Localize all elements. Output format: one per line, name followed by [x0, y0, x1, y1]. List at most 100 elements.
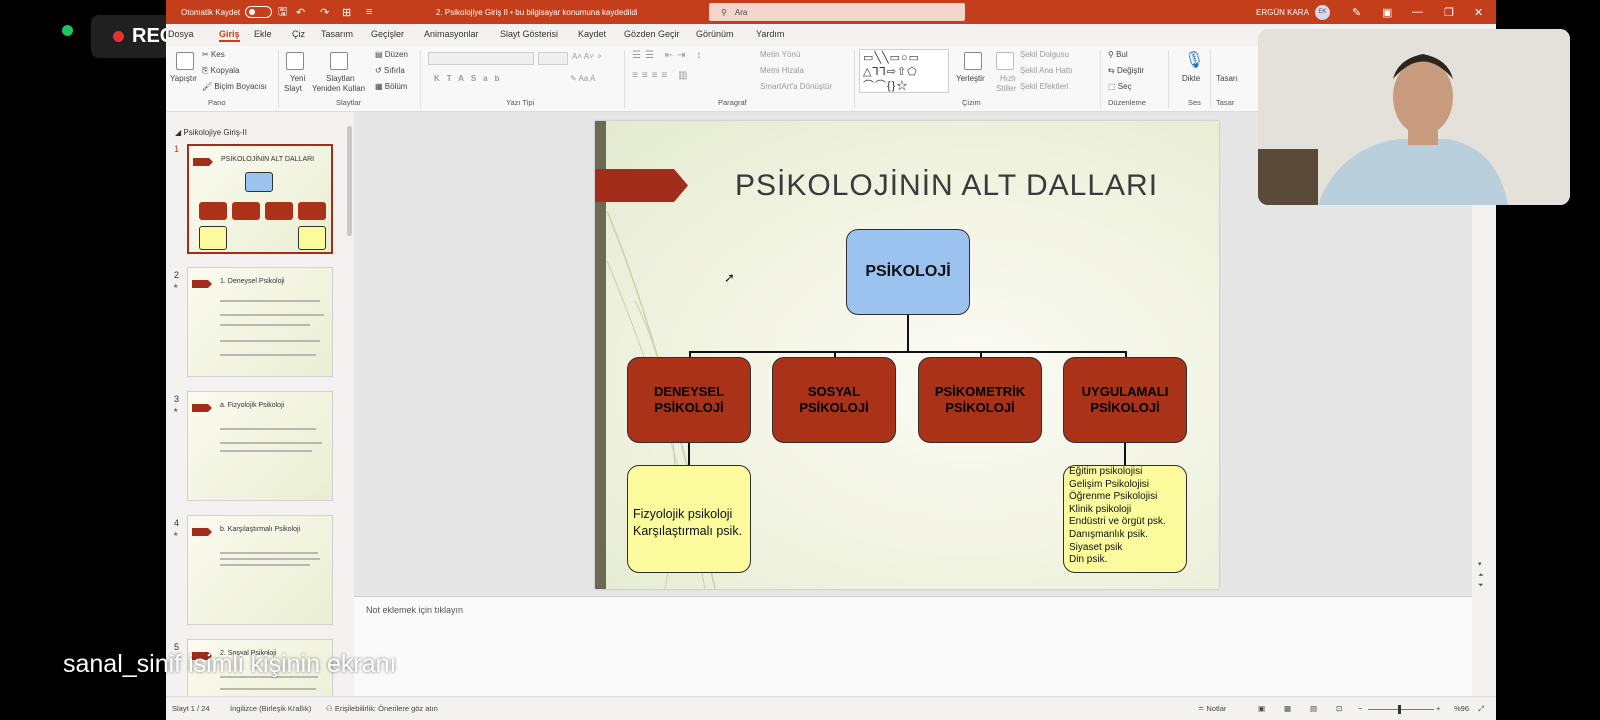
- font-color-icon[interactable]: ✎ Aa A: [570, 74, 595, 83]
- leaf-deneysel-subfields[interactable]: Fizyolojik psikoloji Karşılaştırmalı psi…: [627, 465, 751, 573]
- zoom-in-icon[interactable]: +: [1436, 704, 1440, 713]
- zoom-slider[interactable]: [1368, 709, 1434, 710]
- present-icon[interactable]: ⊞: [342, 0, 351, 24]
- tab-animasyonlar[interactable]: Animasyonlar: [424, 29, 479, 39]
- arrange-button[interactable]: Yerleştir: [956, 74, 985, 83]
- list-icons[interactable]: ☰☰ ⇤⇥ ↕: [632, 50, 705, 61]
- designer-button[interactable]: Tasarı: [1216, 74, 1238, 83]
- tab-giris[interactable]: Giriş: [219, 29, 240, 42]
- slide-sorter-icon[interactable]: ▦: [1284, 704, 1291, 713]
- save-icon[interactable]: 🖫: [278, 0, 287, 24]
- reuse-slides-label-2[interactable]: Yeniden Kullan: [312, 84, 365, 93]
- thumbnail-slide-3[interactable]: a. Fizyolojik Psikoloji: [187, 391, 333, 501]
- pen-icon[interactable]: ✎: [1352, 0, 1361, 24]
- autosave[interactable]: Otomatik Kaydet: [181, 0, 273, 24]
- align-text-button[interactable]: Metni Hizala: [760, 66, 804, 75]
- redo-icon[interactable]: ↷: [320, 0, 329, 24]
- autosave-toggle[interactable]: [245, 6, 273, 18]
- ribbon-display-icon[interactable]: ▣: [1382, 0, 1392, 24]
- increase-font-icon[interactable]: A˄ A˅ ✧: [572, 52, 603, 61]
- leaf-uygulamali-subfields[interactable]: Eğitim psikolojisi Gelişim Psikolojisi Ö…: [1063, 465, 1187, 573]
- shapes-gallery[interactable]: ▭╲╲▭○▭ △⅂⅂⇨⇧⬠ ⌒⌒{}☆: [859, 49, 949, 93]
- current-slide[interactable]: PSİKOLOJİNİN ALT DALLARI PSİKOLOJİ DENEY…: [595, 121, 1219, 589]
- tab-gorunum[interactable]: Görünüm: [696, 29, 734, 39]
- arrange-icon[interactable]: [964, 52, 982, 70]
- microphone-icon[interactable]: 🎙: [1184, 50, 1204, 70]
- node-uygulamali[interactable]: UYGULAMALI PSİKOLOJİ: [1063, 357, 1187, 443]
- zoom-level[interactable]: %96: [1454, 704, 1469, 713]
- font-size-dropdown[interactable]: [538, 52, 568, 65]
- layout-button[interactable]: ▤ Düzen: [375, 50, 408, 59]
- restore-icon[interactable]: ❐: [1444, 0, 1454, 24]
- replace-button[interactable]: ⇆ Değiştir: [1108, 66, 1144, 75]
- smartart-button[interactable]: SmartArt'a Dönüştür: [760, 82, 832, 91]
- paste-icon[interactable]: [176, 52, 194, 70]
- close-icon[interactable]: ✕: [1474, 0, 1483, 24]
- minimize-icon[interactable]: —: [1412, 0, 1423, 24]
- reading-view-icon[interactable]: ▤: [1310, 704, 1317, 713]
- notes-button[interactable]: ≐ Notlar: [1198, 704, 1226, 713]
- tab-slayt-gosterisi[interactable]: Slayt Gösterisi: [500, 29, 558, 39]
- thumbnails-scrollbar[interactable]: [347, 126, 352, 236]
- tab-kaydet[interactable]: Kaydet: [578, 29, 606, 39]
- zoom-slider-thumb[interactable]: [1398, 705, 1401, 714]
- font-name-dropdown[interactable]: [428, 52, 534, 65]
- fit-to-window-icon[interactable]: ⤢: [1478, 704, 1484, 714]
- thumbnail-slide-4[interactable]: b. Karşılaştırmalı Psikoloji: [187, 515, 333, 625]
- section-header[interactable]: ◢ Psikolojiye Giriş-II: [175, 128, 247, 137]
- quick-styles-icon[interactable]: [996, 52, 1014, 70]
- shape-fill-button[interactable]: Şekil Dolgusu: [1020, 50, 1069, 59]
- quick-styles-label-2[interactable]: Stiller: [996, 84, 1016, 93]
- undo-icon[interactable]: ↶: [296, 0, 305, 24]
- cut-button[interactable]: ✂ Kes: [202, 50, 225, 59]
- node-sosyal[interactable]: SOSYAL PSİKOLOJİ: [772, 357, 896, 443]
- tab-gozden-gecir[interactable]: Gözden Geçir: [624, 29, 680, 39]
- tab-yardim[interactable]: Yardım: [756, 29, 784, 39]
- node-psikometrik[interactable]: PSİKOMETRİK PSİKOLOJİ: [918, 357, 1042, 443]
- tab-gecisler[interactable]: Geçişler: [371, 29, 404, 39]
- tab-dosya[interactable]: Dosya: [168, 29, 194, 39]
- section-button[interactable]: ▦ Bölüm: [375, 82, 407, 91]
- dictate-button[interactable]: Dikte: [1182, 74, 1200, 83]
- tab-ekle[interactable]: Ekle: [254, 29, 272, 39]
- thumbnail-slide-1[interactable]: PSİKOLOJİNİN ALT DALLARI: [187, 144, 333, 254]
- new-slide-icon[interactable]: [286, 52, 304, 70]
- new-slide-label[interactable]: Yeni: [290, 74, 305, 83]
- next-slide-icon[interactable]: ⏷: [1478, 582, 1484, 590]
- reuse-slides-icon[interactable]: [330, 52, 348, 70]
- new-slide-label-2[interactable]: Slayt: [284, 84, 302, 93]
- notes-placeholder[interactable]: Not eklemek için tıklayın: [366, 605, 463, 615]
- slideshow-icon[interactable]: ⊡: [1336, 704, 1342, 713]
- find-button[interactable]: ⚲ Bul: [1108, 50, 1128, 59]
- paste-button[interactable]: Yapıştır: [170, 74, 197, 83]
- scroll-down-icon[interactable]: ▾: [1478, 560, 1482, 568]
- reuse-slides-label[interactable]: Slaytları: [326, 74, 355, 83]
- user-account[interactable]: ERGÜN KARA EK: [1256, 0, 1330, 24]
- thumbnail-slide-2[interactable]: 1. Deneysel Psikoloji: [187, 267, 333, 377]
- shape-effects-button[interactable]: Şekil Efektleri: [1020, 82, 1068, 91]
- connection-indicator: [62, 25, 73, 36]
- font-format-icons[interactable]: KTASab: [434, 74, 507, 83]
- copy-button[interactable]: ⎘ Kopyala: [202, 66, 240, 76]
- tab-tasarim[interactable]: Tasarım: [321, 29, 353, 39]
- accessibility-button[interactable]: ⚇ Erişilebilirlik: Önerilere göz atın: [326, 704, 438, 713]
- language-indicator[interactable]: İngilizce (Birleşik Krallık): [230, 704, 311, 713]
- animation-star-icon: ★: [173, 408, 179, 414]
- reset-button[interactable]: ↺ Sıfırla: [375, 66, 405, 75]
- tab-ciz[interactable]: Çiz: [292, 29, 305, 39]
- node-deneysel[interactable]: DENEYSEL PSİKOLOJİ: [627, 357, 751, 443]
- format-painter-button[interactable]: 🖌 Biçim Boyacısı: [202, 82, 267, 91]
- search-box[interactable]: ⚲ Ara: [709, 3, 965, 21]
- text-direction-button[interactable]: Metin Yönü: [760, 50, 800, 59]
- normal-view-icon[interactable]: ▣: [1258, 704, 1265, 713]
- quick-styles-label[interactable]: Hızlı: [1000, 74, 1016, 83]
- zoom-out-icon[interactable]: −: [1358, 704, 1362, 713]
- notes-pane[interactable]: Not eklemek için tıklayın: [354, 596, 1472, 696]
- node-psikoloji[interactable]: PSİKOLOJİ: [846, 229, 970, 315]
- align-icons[interactable]: ≡≡≡≡ ▥: [632, 70, 692, 81]
- select-button[interactable]: ⬚ Seç: [1108, 82, 1132, 91]
- previous-slide-icon[interactable]: ⏶: [1478, 572, 1484, 580]
- customize-toolbar-icon[interactable]: ≡: [366, 0, 372, 24]
- shape-outline-button[interactable]: Şekil Ana Hattı: [1020, 66, 1072, 75]
- slide-title[interactable]: PSİKOLOJİNİN ALT DALLARI: [735, 169, 1158, 203]
